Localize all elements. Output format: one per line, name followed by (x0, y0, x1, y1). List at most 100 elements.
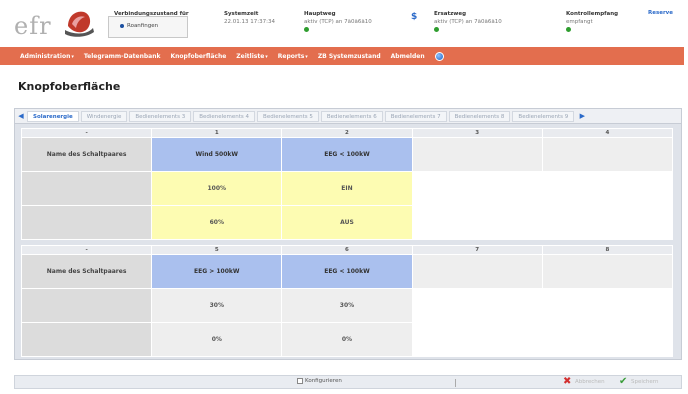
menu-telegram-db[interactable]: Telegramm-Datenbank (84, 53, 161, 60)
system-time-title: Systemzeit (224, 11, 259, 17)
connection-title: Verbindungszustand für (114, 11, 189, 17)
control-receive-title: Kontrollempfang (566, 11, 619, 17)
status-ok-icon (304, 27, 309, 32)
switch-button[interactable]: AUS (281, 205, 413, 240)
empty-cell (541, 205, 674, 240)
action-bar: Konfigurieren ✖ Abbrechen ✔ Speichern (14, 375, 682, 389)
row-label (20, 288, 153, 323)
tab-element-9[interactable]: Bedienelements 9 (512, 110, 575, 122)
menu-label: Knopfoberfläche (170, 52, 227, 60)
menu-administration[interactable]: Administration▾ (20, 53, 74, 60)
menu-time-list[interactable]: Zeitliste▾ (236, 53, 267, 60)
menu-label: ZB Systemzustand (317, 52, 381, 60)
menu-label: Telegramm-Datenbank (83, 52, 161, 60)
menu-system-state[interactable]: ZB Systemzustand (318, 53, 381, 60)
empty-cell (411, 288, 543, 323)
switch-button[interactable]: EIN (281, 171, 413, 206)
tab-element-7[interactable]: Bedienelements 7 (384, 110, 447, 122)
table-row: 0% 0% (20, 322, 674, 357)
row-label: Name des Schaltpaares (20, 254, 153, 289)
empty-cell (411, 254, 543, 289)
column-header: 4 (541, 128, 674, 138)
status-ok-icon (566, 27, 571, 32)
empty-cell (541, 288, 674, 323)
tab-element-5[interactable]: Bedienelements 5 (257, 110, 319, 122)
control-receive-status: Kontrollempfang empfangt (566, 10, 618, 35)
tab-element-4[interactable]: Bedienelements 4 (193, 110, 256, 122)
main-menu: Administration▾ Telegramm-Datenbank Knop… (0, 47, 684, 65)
control-receive-value: empfangt (566, 19, 593, 25)
status-ok-icon (434, 27, 439, 32)
menu-button-surface[interactable]: Knopfoberfläche (171, 53, 227, 60)
switch-name-cell[interactable]: EEG < 100kW (281, 254, 413, 289)
empty-cell (411, 322, 543, 357)
save-button[interactable]: Speichern (631, 379, 658, 385)
switch-name-cell[interactable]: EEG > 100kW (151, 254, 283, 289)
connection-option[interactable]: Roanfingen (114, 22, 189, 30)
switch-button[interactable]: 30% (151, 288, 283, 323)
menu-label: Reports (277, 52, 305, 60)
column-header-row: - 1 2 3 4 (20, 128, 674, 138)
column-header: 3 (411, 128, 543, 138)
app-header: efr Verbindungszustand für Roanfingen Sy… (0, 0, 688, 46)
reserve-link[interactable]: Reserve (648, 10, 673, 16)
empty-cell (541, 137, 674, 172)
empty-cell (411, 171, 543, 206)
dollar-icon[interactable]: $ (411, 12, 417, 22)
column-header: 7 (411, 245, 543, 255)
column-header: 5 (151, 245, 283, 255)
system-time-value: 22.01.13 17:37:34 (224, 19, 275, 25)
empty-cell (411, 205, 543, 240)
caret-down-icon: ▾ (71, 53, 74, 60)
table-row: Name des Schaltpaares EEG > 100kW EEG < … (20, 254, 674, 289)
alt-path-title: Ersatzweg (434, 11, 467, 17)
configure-checkbox[interactable] (297, 378, 303, 384)
cancel-icon[interactable]: ✖ (563, 376, 571, 387)
system-time: Systemzeit 22.01.13 17:37:34 (224, 10, 275, 26)
switch-name-cell[interactable]: EEG < 100kW (281, 137, 413, 172)
logo-text: efr (14, 12, 52, 40)
switch-button[interactable]: 60% (151, 205, 283, 240)
tab-element-3[interactable]: Bedienelements 3 (129, 110, 192, 122)
tab-element-6[interactable]: Bedienelements 6 (320, 110, 383, 122)
cancel-button[interactable]: Abbrechen (575, 379, 605, 385)
tab-wind[interactable]: Windenergie (80, 110, 128, 122)
configure-label: Konfigurieren (305, 378, 342, 384)
caret-down-icon: ▾ (305, 53, 308, 60)
table-row: 100% EIN (20, 171, 674, 206)
tab-solar[interactable]: Solarenergie (27, 110, 79, 122)
divider (455, 379, 456, 387)
menu-label: Zeitliste (236, 52, 265, 60)
column-header: - (20, 128, 153, 138)
logo-emblem-icon (65, 11, 94, 37)
column-header-row: - 5 6 7 8 (20, 245, 674, 255)
menu-reports[interactable]: Reports▾ (278, 53, 308, 60)
globe-icon[interactable] (434, 51, 444, 61)
switch-name-cell[interactable]: Wind 500kW (151, 137, 283, 172)
switch-grid-bottom: - 5 6 7 8 Name des Schaltpaares EEG > 10… (20, 245, 674, 357)
main-path-title: Hauptweg (304, 11, 336, 17)
alt-path-status: Ersatzweg aktiv (TCP) an 7ã0ã6ã10 (434, 10, 502, 35)
column-header: 1 (151, 128, 283, 138)
column-header: - (20, 245, 153, 255)
tab-element-8[interactable]: Bedienelements 8 (448, 110, 511, 122)
switch-button[interactable]: 0% (281, 322, 413, 357)
alt-path-value: aktiv (TCP) an 7ã0ã6ã10 (434, 19, 502, 25)
checkmark-icon[interactable]: ✔ (619, 376, 627, 387)
empty-cell (411, 137, 543, 172)
tab-scroll-right-icon[interactable]: ▶ (576, 109, 588, 124)
main-path-status: Hauptweg aktiv (TCP) an 7ã0ã6ã10 (304, 10, 372, 35)
switch-button[interactable]: 30% (281, 288, 413, 323)
tab-scroll-left-icon[interactable]: ◀ (15, 109, 27, 124)
empty-cell (541, 171, 674, 206)
table-row: 30% 30% (20, 288, 674, 323)
menu-label: Abmelden (390, 52, 425, 60)
connection-status: Verbindungszustand für Roanfingen (114, 10, 189, 30)
menu-logout[interactable]: Abmelden (391, 53, 425, 60)
switch-button[interactable]: 100% (151, 171, 283, 206)
row-label (20, 205, 153, 240)
switch-button[interactable]: 0% (151, 322, 283, 357)
column-header: 8 (541, 245, 674, 255)
button-panel: ◀ Solarenergie Windenergie Bedienelement… (14, 108, 682, 360)
configure-toggle[interactable]: Konfigurieren (297, 378, 342, 384)
